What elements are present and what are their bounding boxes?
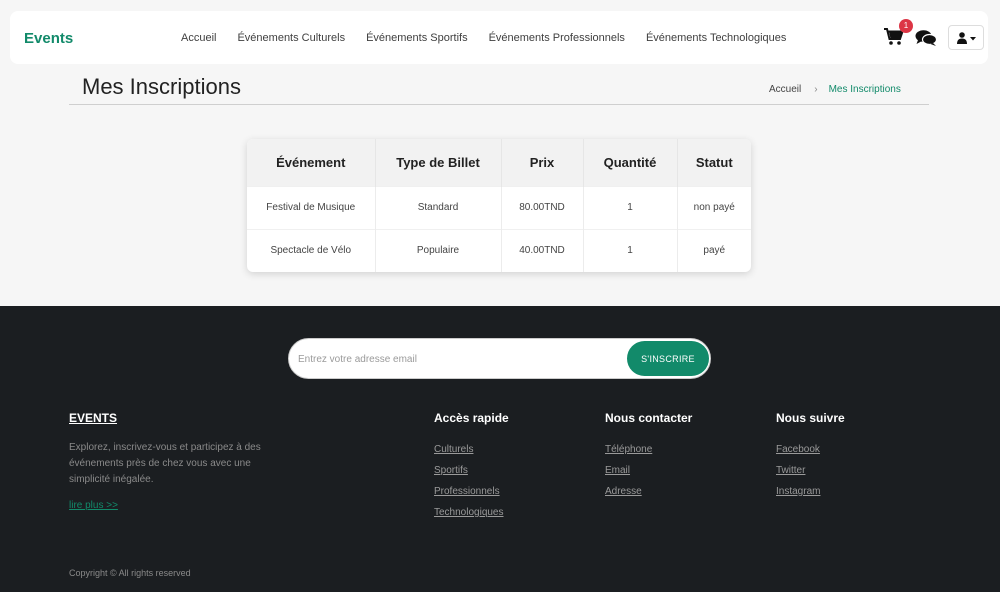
nav-item-technologiques[interactable]: Événements Technologiques bbox=[646, 32, 786, 44]
cell-price: 80.00TND bbox=[501, 185, 584, 229]
footer-column-follow: Nous suivre Facebook Twitter Instagram bbox=[776, 411, 845, 506]
registrations-table: Événement Type de Billet Prix Quantité S… bbox=[247, 139, 751, 272]
footer-column-title: Nous contacter bbox=[605, 411, 693, 425]
user-icon bbox=[957, 32, 976, 44]
registrations-table-card: Événement Type de Billet Prix Quantité S… bbox=[247, 139, 751, 272]
footer-column-quick-access: Accès rapide Culturels Sportifs Professi… bbox=[434, 411, 509, 527]
footer-link-telephone[interactable]: Téléphone bbox=[605, 443, 692, 456]
column-header-event: Événement bbox=[247, 139, 376, 186]
column-header-status: Statut bbox=[677, 139, 751, 186]
cell-quantity: 1 bbox=[583, 228, 678, 272]
column-header-quantity: Quantité bbox=[583, 139, 678, 186]
footer-link-professionnels[interactable]: Professionnels bbox=[434, 485, 509, 498]
cell-price: 40.00TND bbox=[501, 228, 584, 272]
column-header-ticket-type: Type de Billet bbox=[375, 139, 502, 186]
cell-quantity: 1 bbox=[583, 185, 678, 229]
footer-link-instagram[interactable]: Instagram bbox=[776, 485, 845, 498]
nav-item-culturels[interactable]: Événements Culturels bbox=[237, 32, 345, 44]
page-title: Mes Inscriptions bbox=[82, 74, 241, 99]
header-divider bbox=[69, 104, 929, 105]
breadcrumb: Accueil › Mes Inscriptions bbox=[769, 84, 901, 95]
footer-column-contact: Nous contacter Téléphone Email Adresse bbox=[605, 411, 692, 506]
breadcrumb-current: Mes Inscriptions bbox=[828, 84, 901, 95]
subscribe-button[interactable]: S'INSCRIRE bbox=[627, 341, 709, 376]
cell-status: non payé bbox=[677, 185, 751, 229]
cell-ticket-type: Standard bbox=[375, 185, 502, 229]
footer-link-sportifs[interactable]: Sportifs bbox=[434, 464, 509, 477]
user-menu-button[interactable] bbox=[948, 25, 984, 50]
cell-ticket-type: Populaire bbox=[375, 228, 502, 272]
brand-logo[interactable]: Events bbox=[24, 30, 73, 47]
cart-count-badge: 1 bbox=[899, 19, 913, 33]
read-more-link[interactable]: lire plus >> bbox=[69, 500, 118, 511]
nav-links: Accueil Événements Culturels Événements … bbox=[181, 32, 786, 44]
breadcrumb-home[interactable]: Accueil bbox=[769, 84, 801, 95]
nav-item-professionnels[interactable]: Événements Professionnels bbox=[489, 32, 625, 44]
navbar: Events Accueil Événements Culturels Évén… bbox=[10, 11, 988, 64]
footer-description: Explorez, inscrivez-vous et participez à… bbox=[69, 442, 261, 485]
table-row: Festival de Musique Standard 80.00TND 1 … bbox=[247, 185, 751, 229]
table-row: Spectacle de Vélo Populaire 40.00TND 1 p… bbox=[247, 228, 751, 272]
footer: S'INSCRIRE EVENTS Explorez, inscrivez-vo… bbox=[0, 306, 1000, 592]
footer-link-email[interactable]: Email bbox=[605, 464, 692, 477]
footer-link-technologiques[interactable]: Technologiques bbox=[434, 506, 509, 519]
nav-item-accueil[interactable]: Accueil bbox=[181, 32, 216, 44]
chat-icon[interactable] bbox=[915, 29, 938, 49]
newsletter-email-input[interactable] bbox=[298, 349, 618, 369]
footer-link-twitter[interactable]: Twitter bbox=[776, 464, 845, 477]
cell-event: Spectacle de Vélo bbox=[247, 228, 376, 272]
caret-down-icon bbox=[970, 37, 976, 41]
footer-link-adresse[interactable]: Adresse bbox=[605, 485, 692, 498]
footer-column-title: Accès rapide bbox=[434, 411, 509, 425]
footer-link-facebook[interactable]: Facebook bbox=[776, 443, 845, 456]
footer-column-title: Nous suivre bbox=[776, 411, 845, 425]
cell-event: Festival de Musique bbox=[247, 185, 376, 229]
footer-brand[interactable]: EVENTS bbox=[69, 411, 117, 425]
table-header-row: Événement Type de Billet Prix Quantité S… bbox=[247, 139, 751, 186]
footer-link-culturels[interactable]: Culturels bbox=[434, 443, 509, 456]
nav-item-sportifs[interactable]: Événements Sportifs bbox=[366, 32, 468, 44]
copyright-text: Copyright © All rights reserved bbox=[69, 568, 191, 578]
breadcrumb-separator-icon: › bbox=[814, 84, 818, 95]
newsletter-form: S'INSCRIRE bbox=[288, 338, 711, 379]
cell-status: payé bbox=[677, 228, 751, 272]
column-header-price: Prix bbox=[501, 139, 584, 186]
